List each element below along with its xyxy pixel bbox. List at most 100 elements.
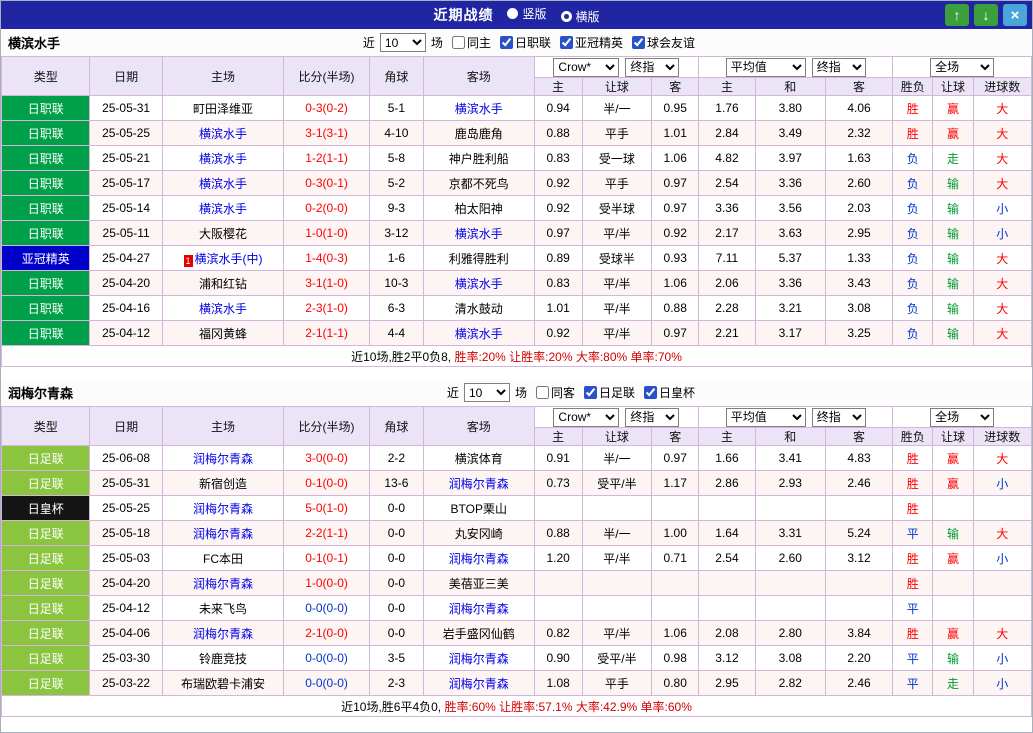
home-team-cell: 福冈黄蜂 <box>161 320 285 346</box>
match-row: 日足联 25-05-31 新宿创造 0-1(0-0) 13-6 润梅尔青森 0.73 受平/半… <box>0 470 1033 496</box>
col-odds-home: 主 <box>533 427 583 446</box>
filter-bar: 近 10 场 同主 日职联 亚冠精英 球会友谊 <box>363 33 695 52</box>
scope-select[interactable]: 全场 <box>930 407 995 427</box>
goals-cell <box>972 570 1033 596</box>
avg-away-cell: 1.33 <box>824 245 894 271</box>
odds-time-select[interactable]: 终指 <box>625 57 680 77</box>
odds-away-cell: 0.88 <box>651 295 700 321</box>
odds-home-cell: 0.83 <box>533 145 583 171</box>
date-cell: 25-05-17 <box>89 170 163 196</box>
date-cell: 25-05-18 <box>89 520 163 546</box>
odds-home-cell: 0.88 <box>533 520 583 546</box>
away-team-cell: 横滨水手 <box>423 95 535 121</box>
home-team-name: 横滨水手 <box>199 201 248 216</box>
score-cell: 3-1(1-0) <box>283 270 370 296</box>
date-cell: 25-04-06 <box>89 620 163 646</box>
score-cell: 2-2(1-1) <box>283 520 370 546</box>
corners-cell: 13-6 <box>368 470 425 496</box>
odds-source-select[interactable]: Crow* <box>553 407 620 427</box>
filter-checkbox[interactable]: 日足联 <box>583 384 635 401</box>
filter-checkbox-input[interactable] <box>535 386 549 399</box>
near-label: 近 <box>362 36 375 50</box>
layout-radio[interactable]: 竖版 <box>507 5 547 22</box>
avg-home-cell <box>698 495 756 521</box>
odds-home-cell: 0.82 <box>533 620 583 646</box>
home-team-cell: 浦和红钻 <box>161 270 285 296</box>
result-cell: 胜 <box>892 570 934 596</box>
odds-home-cell: 0.92 <box>533 170 583 196</box>
col-goals: 进球数 <box>972 427 1033 446</box>
filter-checkbox[interactable]: 球会友谊 <box>631 34 695 51</box>
result-cell: 胜 <box>892 470 934 496</box>
score-cell: 1-4(0-3) <box>283 245 370 271</box>
filter-checkbox-input[interactable] <box>583 386 597 399</box>
col-home: 主场 <box>161 406 285 446</box>
filter-checkbox-input[interactable] <box>499 36 513 49</box>
date-cell: 25-05-11 <box>89 220 163 246</box>
away-team-name: 横滨水手 <box>454 226 503 241</box>
odds-home-cell <box>533 595 583 621</box>
odds-handicap-cell: 平/半 <box>581 270 653 296</box>
handicap-result-cell <box>932 595 974 621</box>
home-team-name: 横滨水手 <box>199 151 248 166</box>
avg-select[interactable]: 平均值 <box>725 407 806 427</box>
filter-checkbox-input[interactable] <box>643 386 657 399</box>
filter-checkbox-input[interactable] <box>451 36 465 49</box>
corners-cell: 0-0 <box>368 570 425 596</box>
scope-select[interactable]: 全场 <box>930 57 995 77</box>
layout-radio[interactable]: 横版 <box>560 8 600 25</box>
match-row: 亚冠精英 25-04-27 1 横滨水手(中) 1-4(0-3) 1-6 利雅得胜利 0.89… <box>0 245 1033 271</box>
corners-cell: 3-5 <box>368 645 425 671</box>
date-cell: 25-04-12 <box>89 595 163 621</box>
handicap-result-cell: 输 <box>932 220 974 246</box>
home-team-name: 大阪樱花 <box>199 226 248 241</box>
close-button[interactable]: × <box>1003 4 1027 26</box>
move-up-button[interactable]: ↑ <box>945 4 969 26</box>
filter-checkbox[interactable]: 日职联 <box>499 34 551 51</box>
recent-count-select[interactable]: 10 <box>379 33 426 52</box>
handicap-result-cell: 输 <box>932 645 974 671</box>
odds-source-select[interactable]: Crow* <box>553 57 620 77</box>
col-score: 比分(半场) <box>283 406 370 446</box>
odds-away-cell: 0.95 <box>651 95 700 121</box>
avg-time-select[interactable]: 终指 <box>811 57 866 77</box>
score-cell: 2-3(1-0) <box>283 295 370 321</box>
date-cell: 25-05-25 <box>89 495 163 521</box>
result-cell: 胜 <box>892 120 934 146</box>
avg-time-select[interactable]: 终指 <box>811 407 866 427</box>
col-goals: 进球数 <box>972 77 1033 96</box>
league-cell: 日职联 <box>0 270 91 296</box>
avg-select[interactable]: 平均值 <box>725 57 806 77</box>
avg-home-cell: 2.08 <box>698 620 756 646</box>
filter-checkbox-input[interactable] <box>559 36 573 49</box>
filter-checkbox[interactable]: 同主 <box>451 34 491 51</box>
summary-stats: 胜率:20% 让胜率:20% 大率:80% 单率:70% <box>454 349 682 364</box>
home-team-name: 润梅尔青森 <box>193 501 254 516</box>
odds-home-cell: 0.90 <box>533 645 583 671</box>
matches-table: 类型 日期 主场 比分(半场) 角球 客场 Crow* 终指 平均值 终指 全场… <box>0 56 1033 367</box>
summary-row: 近10场,胜6平4负0, 胜率:60% 让胜率:57.1% 大率:42.9% 单… <box>1 695 1032 717</box>
filter-checkbox[interactable]: 亚冠精英 <box>559 34 623 51</box>
recent-count-select[interactable]: 10 <box>463 383 510 402</box>
filter-checkbox[interactable]: 日皇杯 <box>643 384 695 401</box>
filter-checkbox[interactable]: 同客 <box>535 384 575 401</box>
corners-cell: 0-0 <box>368 520 425 546</box>
avg-home-cell: 4.82 <box>698 145 756 171</box>
match-row: 日职联 25-05-25 横滨水手 3-1(3-1) 4-10 鹿岛鹿角 0.88 平手 1.0… <box>0 120 1033 146</box>
filter-checkbox-input[interactable] <box>631 36 645 49</box>
away-team-cell: 利雅得胜利 <box>423 245 535 271</box>
goals-cell: 小 <box>972 645 1033 671</box>
avg-draw-cell <box>754 495 826 521</box>
avg-away-cell: 4.83 <box>824 445 894 471</box>
away-team-name: 岩手盛冈仙鹤 <box>442 626 515 641</box>
move-down-button[interactable]: ↓ <box>974 4 998 26</box>
home-team-cell: 町田泽维亚 <box>161 95 285 121</box>
odds-time-select[interactable]: 终指 <box>625 407 680 427</box>
odds-away-cell: 1.06 <box>651 145 700 171</box>
goals-cell: 小 <box>972 545 1033 571</box>
col-handicap-result: 让球 <box>932 77 974 96</box>
date-cell: 25-04-20 <box>89 570 163 596</box>
avg-draw-cell: 3.80 <box>754 95 826 121</box>
home-team-cell: 润梅尔青森 <box>161 520 285 546</box>
avg-draw-cell: 2.82 <box>754 670 826 696</box>
